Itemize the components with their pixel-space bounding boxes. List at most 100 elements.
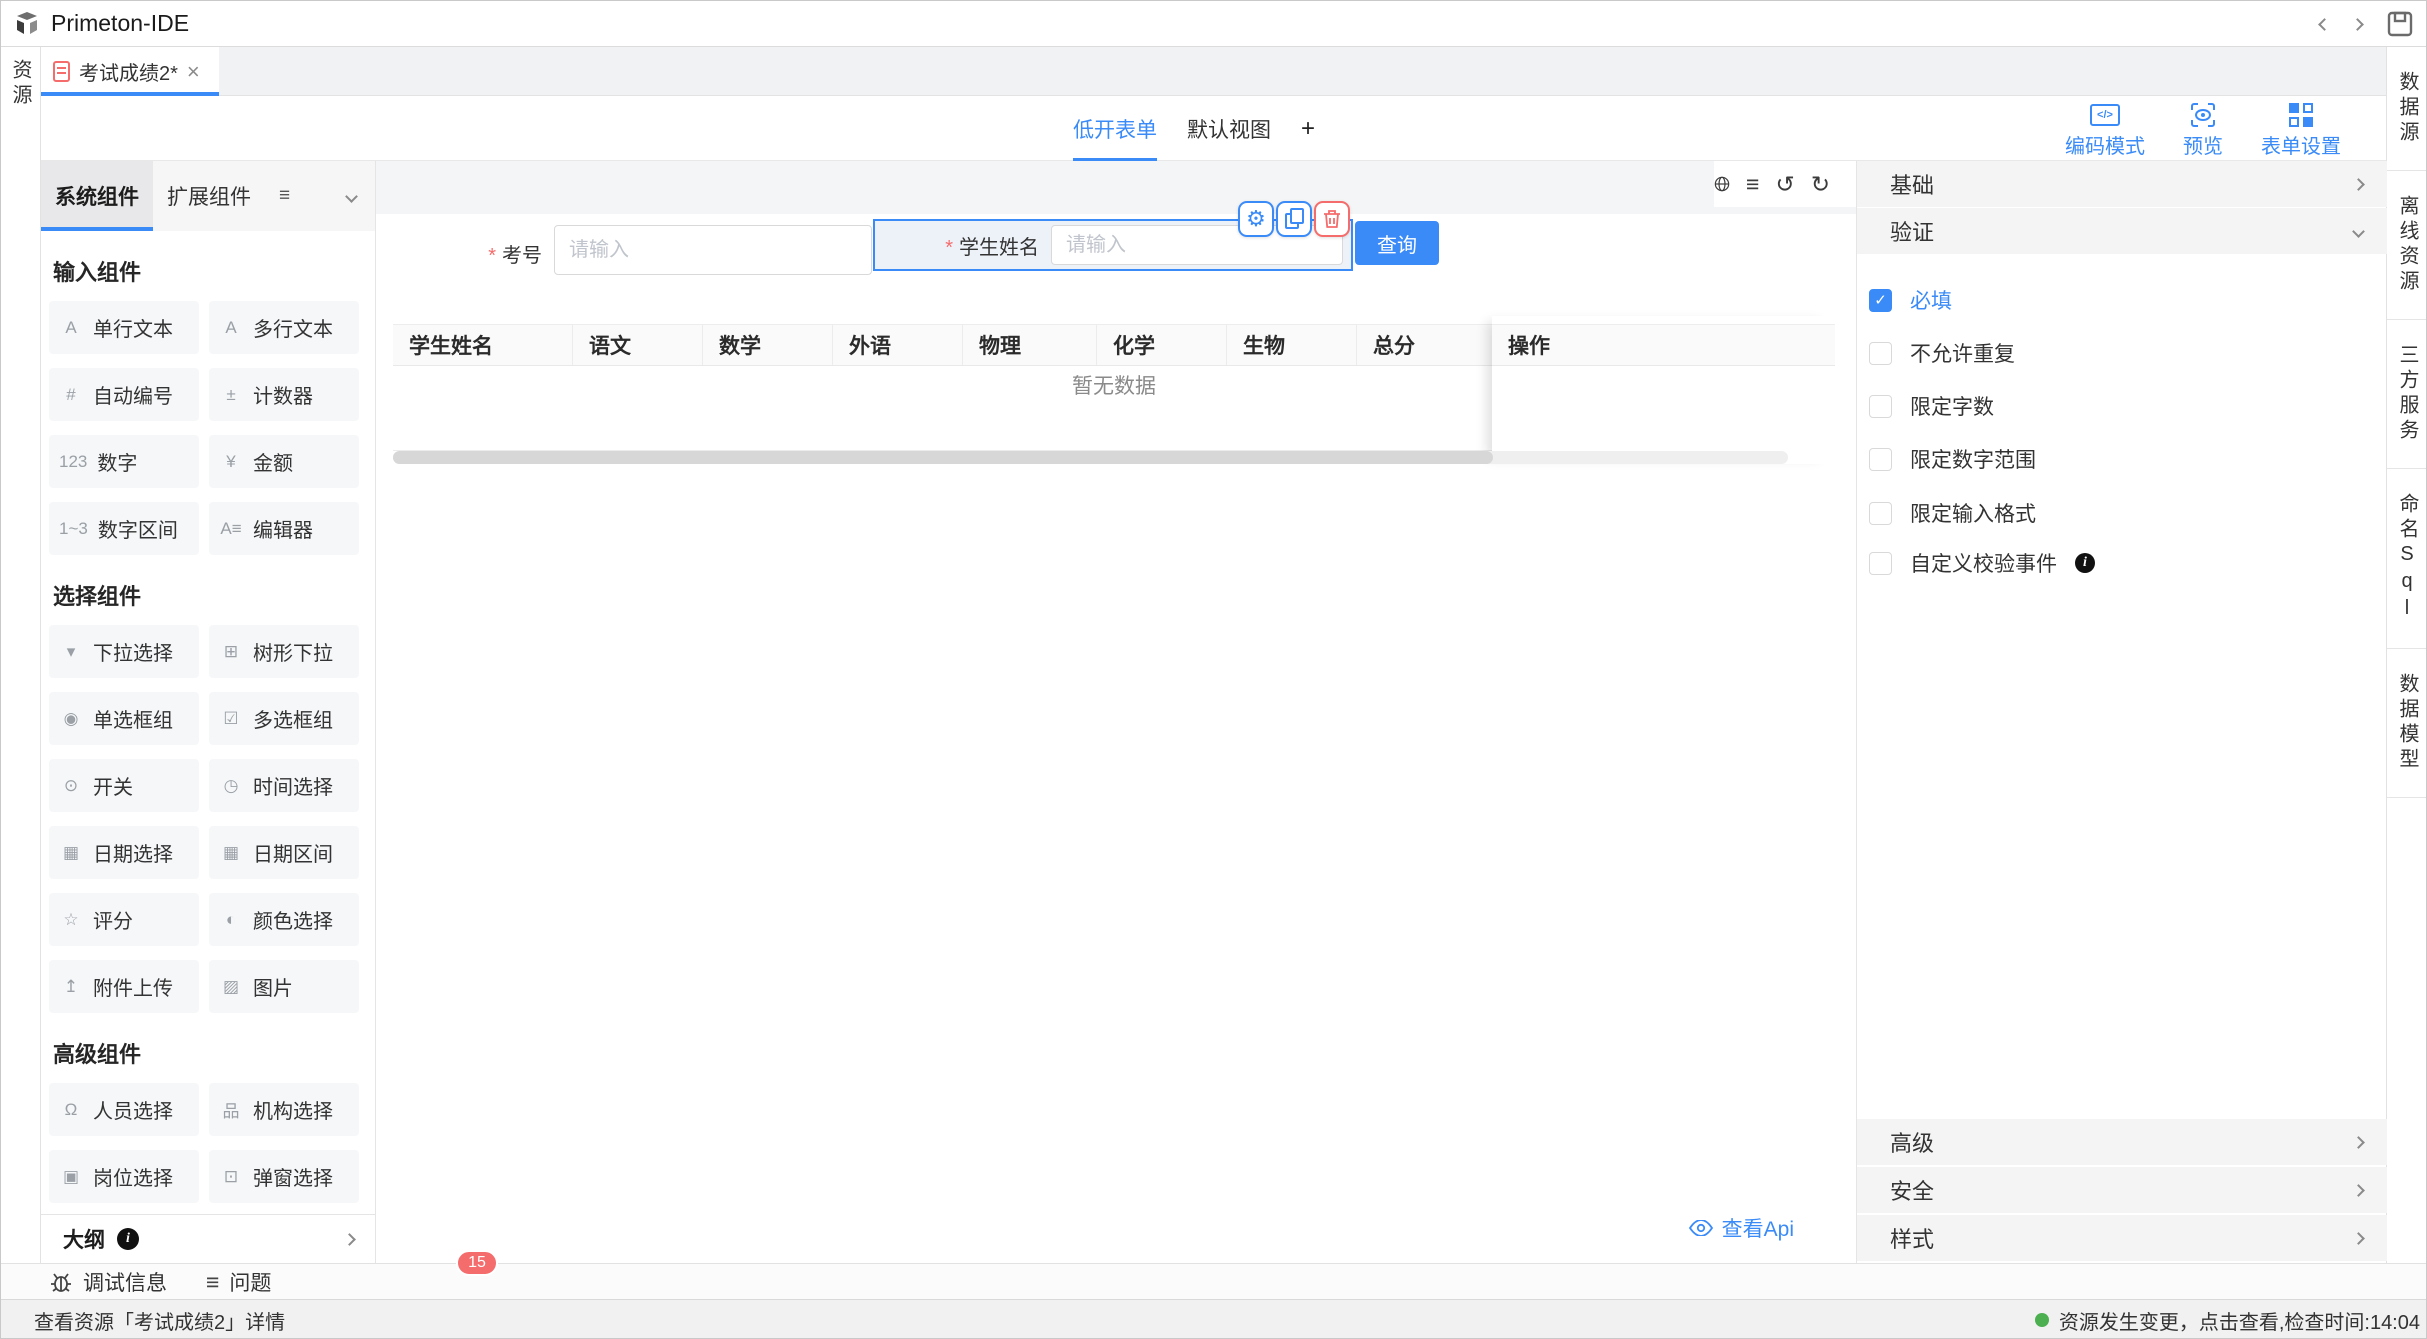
search-button[interactable]: 查询 — [1355, 221, 1439, 265]
star-icon: ☆ — [59, 910, 83, 930]
file-tab-exam-scores[interactable]: 考试成绩2* × — [41, 47, 219, 96]
component-date-range[interactable]: ▦日期区间 — [209, 826, 359, 879]
component-number-range[interactable]: 1~3数字区间 — [49, 502, 199, 555]
globe-icon[interactable] — [1714, 172, 1730, 196]
limit-input-format-checkbox[interactable] — [1869, 502, 1892, 525]
component-rating[interactable]: ☆评分 — [49, 893, 199, 946]
debug-info-button[interactable]: 调试信息 — [49, 1264, 167, 1300]
component-number[interactable]: 123数字 — [49, 435, 199, 488]
component-tree-dropdown[interactable]: ⊞树形下拉 — [209, 625, 359, 678]
status-bar: 查看资源「考试成绩2」详情 资源发生变更，点击查看,检查时间:14:04 — [1, 1299, 2427, 1339]
code-mode-button[interactable]: </> 编码模式 — [2065, 102, 2145, 159]
component-auto-number[interactable]: #自动编号 — [49, 368, 199, 421]
gear-icon: ⚙ — [1246, 208, 1266, 230]
outline-tree-icon[interactable]: ≡ — [1746, 173, 1759, 196]
component-date-picker[interactable]: ▦日期选择 — [49, 826, 199, 879]
palette-list-icon[interactable]: ≡ — [279, 185, 290, 207]
outline-info-icon[interactable]: i — [117, 1228, 139, 1250]
component-attachment-upload[interactable]: ↥附件上传 — [49, 960, 199, 1013]
component-single-line-text[interactable]: A单行文本 — [49, 301, 199, 354]
document-icon — [53, 61, 70, 82]
component-color-picker[interactable]: ◐颜色选择 — [209, 893, 359, 946]
component-image[interactable]: ▨图片 — [209, 960, 359, 1013]
section-security[interactable]: 安全 — [1857, 1167, 2387, 1213]
component-amount[interactable]: ¥金额 — [209, 435, 359, 488]
dock-named-sql[interactable]: 命名Sql — [2387, 469, 2427, 649]
section-style[interactable]: 样式 — [1857, 1215, 2387, 1261]
limit-number-range-checkbox[interactable] — [1869, 448, 1892, 471]
table-hscroll-thumb[interactable] — [393, 451, 1493, 464]
component-settings-button[interactable]: ⚙ — [1238, 201, 1274, 237]
view-api-link[interactable]: 查看Api — [1689, 1213, 1794, 1243]
option-custom-validation[interactable]: 自定义校验事件 i — [1869, 537, 2095, 589]
dock-datasource[interactable]: 数据源 — [2387, 47, 2427, 171]
group-title-select: 选择组件 — [53, 579, 368, 611]
component-counter[interactable]: ±计数器 — [209, 368, 359, 421]
component-editor[interactable]: A≡编辑器 — [209, 502, 359, 555]
dock-third-party-services[interactable]: 三方服务 — [2387, 320, 2427, 469]
redo-icon[interactable]: ↻ — [1811, 173, 1830, 196]
component-post-picker[interactable]: ▣岗位选择 — [49, 1150, 199, 1203]
status-change-notice[interactable]: 资源发生变更，点击查看,检查时间:14:04 — [2035, 1306, 2420, 1335]
component-checkbox-group[interactable]: ☑多选框组 — [209, 692, 359, 745]
dropdown-icon: ▾ — [59, 642, 83, 662]
org-icon: 品 — [219, 1097, 243, 1122]
custom-validation-checkbox[interactable] — [1869, 552, 1892, 575]
tab-close-icon[interactable]: × — [187, 61, 200, 83]
component-org-picker[interactable]: 品机构选择 — [209, 1083, 359, 1136]
required-checkbox[interactable]: ✓ — [1869, 289, 1892, 312]
view-tab-row: 低开表单 默认视图 + </> 编码模式 预览 — [41, 96, 2386, 161]
component-multi-line-text[interactable]: A多行文本 — [209, 301, 359, 354]
section-basic[interactable]: 基础 — [1857, 161, 2387, 207]
debug-bar: 调试信息 ≡ 问题 15 — [1, 1263, 2427, 1299]
component-switch[interactable]: ⊙开关 — [49, 759, 199, 812]
dock-resources[interactable]: 资源 — [6, 47, 35, 109]
nav-back-icon[interactable] — [2318, 18, 2331, 31]
palette-collapse-icon[interactable] — [345, 190, 358, 203]
option-no-duplicate[interactable]: 不允许重复 — [1869, 327, 2015, 379]
canvas-toolbar: ≡ ↺ ↻ — [1714, 161, 1856, 207]
undo-icon[interactable]: ↺ — [1775, 173, 1794, 196]
option-limit-input-format[interactable]: 限定输入格式 — [1869, 487, 2036, 539]
custom-validation-info-icon[interactable]: i — [2075, 553, 2095, 573]
component-delete-button[interactable] — [1314, 201, 1350, 237]
badge-icon: ▣ — [59, 1167, 83, 1187]
add-view-button[interactable]: + — [1301, 115, 1315, 143]
tab-system-components[interactable]: 系统组件 — [41, 161, 153, 231]
outline-bar[interactable]: 大纲 i — [41, 1214, 376, 1263]
outline-expand-icon[interactable] — [343, 1233, 356, 1246]
section-advanced[interactable]: 高级 — [1857, 1119, 2387, 1165]
right-dock-strip: 数据源 离线资源 三方服务 命名Sql 数据模型 — [2386, 47, 2427, 1263]
component-dialog-picker[interactable]: ⊡弹窗选择 — [209, 1150, 359, 1203]
palette-body: 输入组件 A单行文本 A多行文本 #自动编号 ±计数器 123数字 ¥金额 1~… — [41, 231, 376, 1214]
option-limit-length[interactable]: 限定字数 — [1869, 380, 1994, 432]
problems-count-badge: 15 — [456, 1250, 498, 1276]
no-duplicate-checkbox[interactable] — [1869, 342, 1892, 365]
dock-data-model[interactable]: 数据模型 — [2387, 649, 2427, 798]
component-dropdown[interactable]: ▾下拉选择 — [49, 625, 199, 678]
preview-button[interactable]: 预览 — [2183, 102, 2223, 159]
problems-button[interactable]: ≡ 问题 15 — [206, 1264, 271, 1300]
option-limit-number-range[interactable]: 限定数字范围 — [1869, 433, 2036, 485]
component-radio-group[interactable]: ◉单选框组 — [49, 692, 199, 745]
form-settings-button[interactable]: 表单设置 — [2261, 102, 2341, 159]
component-copy-button[interactable] — [1276, 201, 1312, 237]
tab-extended-components[interactable]: 扩展组件 — [153, 161, 265, 231]
save-icon[interactable] — [2386, 10, 2414, 38]
option-required[interactable]: ✓ 必填 — [1869, 274, 1952, 326]
app-title: Primeton-IDE — [51, 10, 189, 37]
person-icon: Ω — [59, 1100, 83, 1120]
section-validation[interactable]: 验证 — [1857, 208, 2387, 254]
nav-forward-icon[interactable] — [2351, 18, 2364, 31]
range-icon: 1~3 — [59, 519, 88, 539]
component-time-picker[interactable]: ◷时间选择 — [209, 759, 359, 812]
limit-length-checkbox[interactable] — [1869, 395, 1892, 418]
tab-lowcode-form[interactable]: 低开表单 — [1073, 96, 1157, 161]
dock-offline-resources[interactable]: 离线资源 — [2387, 171, 2427, 320]
tab-default-view[interactable]: 默认视图 — [1187, 96, 1271, 161]
status-resource-detail[interactable]: 查看资源「考试成绩2」详情 — [34, 1306, 285, 1335]
exam-no-input[interactable] — [554, 225, 872, 275]
eye-icon — [1689, 1220, 1713, 1236]
upload-icon: ↥ — [59, 977, 83, 997]
component-person-picker[interactable]: Ω人员选择 — [49, 1083, 199, 1136]
